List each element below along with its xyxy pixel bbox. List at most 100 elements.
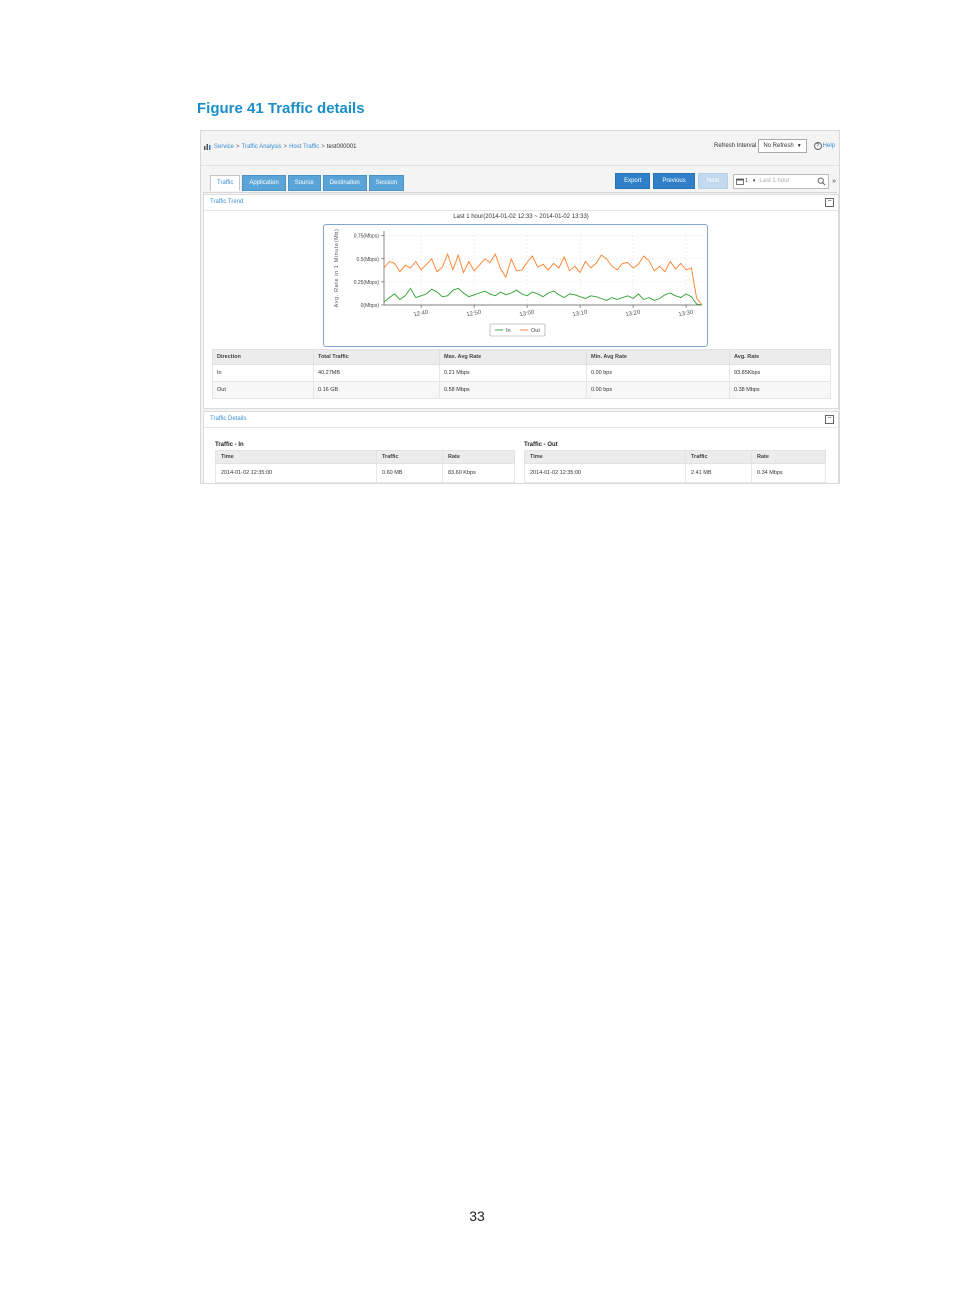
figure-title: Figure 41 Traffic details [197, 100, 365, 117]
traffic-in-table: Time Traffic Rate 2014-01-02 12:35:00 0.… [215, 450, 515, 483]
table-cell: 2014-01-02 12:35:00 [524, 463, 686, 483]
series-line-out [383, 252, 703, 306]
table-cell: In [212, 364, 314, 382]
traffic-trend-chart: 0(Mbps) 0.25(Mbps) 0.5(Mbps) 0.75(Mbps) 12:4… [334, 229, 703, 337]
col-rate: Rate [442, 450, 515, 464]
tab-application[interactable]: Application [242, 175, 286, 191]
refresh-interval-select[interactable]: No Refresh ▼ [758, 139, 807, 153]
page-number: 33 [469, 1208, 485, 1224]
table-cell: 0.60 MB [376, 463, 443, 483]
collapse-icon[interactable]: − [825, 198, 834, 207]
col-min-avg-rate: Min. Avg Rate [586, 349, 730, 365]
chart-frame: 0(Mbps) 0.25(Mbps) 0.5(Mbps) 0.75(Mbps) 12:4… [323, 224, 708, 347]
col-avg-rate: Avg. Rate [729, 349, 831, 365]
time-range-placeholder: Last 1 hour [759, 178, 790, 184]
breadcrumb-host-traffic[interactable]: Host Traffic [289, 144, 319, 150]
table-cell: 40.27MB [313, 364, 440, 382]
collapse-icon[interactable]: − [825, 415, 834, 424]
table-cell: 0.38 Mbps [729, 381, 831, 399]
col-max-avg-rate: Max. Avg Rate [439, 349, 587, 365]
col-total-traffic: Total Traffic [313, 349, 440, 365]
col-direction: Direction [212, 349, 314, 365]
help-label: Help [822, 143, 835, 149]
table-cell: 0.00 bps [586, 381, 730, 399]
table-cell: Out [212, 381, 314, 399]
action-bar: Export Previous Next 1 ▾ Last 1 hour » [615, 173, 836, 189]
breadcrumb-separator: > [236, 143, 240, 150]
traffic-icon [204, 144, 211, 150]
next-button[interactable]: Next [697, 173, 729, 189]
breadcrumb-separator: > [283, 143, 288, 150]
previous-button[interactable]: Previous [653, 173, 695, 189]
traffic-details-header: Traffic Details − [204, 412, 838, 428]
x-tick-label: 12:40 [413, 310, 429, 319]
refresh-interval-value: No Refresh [763, 143, 794, 149]
y-axis-label: Avg. Rate in 1 Minute(Mb) [334, 229, 340, 308]
traffic-details-panel: Traffic Details − Traffic - In Time Traf… [203, 411, 839, 483]
tab-traffic[interactable]: Traffic [210, 175, 241, 191]
expand-icon[interactable]: » [832, 178, 836, 185]
table-row: Out 0.16 GB 0.58 Mbps 0.00 bps 0.38 Mbps [212, 381, 831, 399]
tab-destination[interactable]: Destination [322, 175, 367, 191]
search-icon[interactable] [817, 177, 826, 186]
time-range-count: 1 [745, 178, 748, 184]
x-tick-label: 12:50 [466, 310, 482, 319]
refresh-control: Refresh Interval No Refresh ▼ ? Help [714, 139, 835, 153]
breadcrumb-traffic-analysis[interactable]: Traffic Analysis [242, 144, 282, 150]
time-range-field[interactable]: 1 ▾ Last 1 hour [733, 173, 830, 189]
y-tick-label: 0.75(Mbps) [354, 234, 380, 240]
y-tick-label: 0.5(Mbps) [356, 257, 379, 263]
series-line-in [383, 287, 703, 306]
export-button[interactable]: Export [615, 173, 651, 189]
tab-bar: Traffic Application Source Destination S… [210, 175, 406, 191]
col-time: Time [215, 450, 377, 464]
table-row: In 40.27MB 0.21 Mbps 0.00 bps 93.85Kbps [212, 364, 831, 382]
table-cell: 0.34 Mbps [751, 463, 826, 483]
traffic-out-table: Time Traffic Rate 2014-01-02 12:35:00 2.… [524, 450, 826, 483]
breadcrumb-current: test000001 [326, 143, 357, 150]
col-rate: Rate [751, 450, 826, 464]
traffic-in-title: Traffic - In [215, 442, 244, 448]
table-cell: 0.16 GB [313, 381, 440, 399]
breadcrumb-separator: > [321, 143, 325, 150]
breadcrumb-service[interactable]: Service [214, 144, 234, 150]
traffic-trend-header: Traffic Trend − [204, 195, 838, 211]
top-bar: Service > Traffic Analysis > Host Traffi… [201, 131, 839, 166]
legend-label: Out [531, 328, 540, 334]
screenshot-frame: Service > Traffic Analysis > Host Traffi… [200, 130, 840, 484]
traffic-details-title: Traffic Details [210, 416, 247, 422]
col-traffic: Traffic [376, 450, 443, 464]
traffic-in-header-row: Time Traffic Rate [215, 450, 515, 464]
table-row: 2014-01-02 12:35:00 2.41 MB 0.34 Mbps [524, 463, 826, 483]
traffic-trend-panel: Traffic Trend − Last 1 hour(2014-01-02 1… [203, 194, 839, 409]
tab-row: Traffic Application Source Destination S… [203, 170, 837, 193]
x-tick-label: 13:10 [572, 310, 588, 319]
chevron-down-icon: ▼ [796, 143, 802, 149]
table-cell: 83.60 Kbps [442, 463, 515, 483]
legend-label: In [506, 328, 511, 334]
tab-source[interactable]: Source [287, 175, 321, 191]
summary-header-row: Direction Total Traffic Max. Avg Rate Mi… [212, 349, 831, 365]
table-cell: 0.00 bps [586, 364, 730, 382]
x-tick-label: 13:30 [678, 310, 694, 319]
col-traffic: Traffic [685, 450, 752, 464]
traffic-out-header-row: Time Traffic Rate [524, 450, 826, 464]
chevron-down-icon: ▾ [752, 178, 756, 184]
table-cell: 0.58 Mbps [439, 381, 587, 399]
refresh-interval-label: Refresh Interval [713, 143, 757, 149]
help-icon: ? [813, 142, 822, 150]
x-tick-label: 13:00 [519, 310, 535, 319]
help-link[interactable]: ? Help [813, 142, 835, 150]
col-time: Time [524, 450, 686, 464]
calendar-icon [736, 178, 744, 185]
table-cell: 2.41 MB [685, 463, 752, 483]
table-cell: 0.21 Mbps [439, 364, 587, 382]
table-cell: 2014-01-02 12:35:00 [215, 463, 377, 483]
table-row: 2014-01-02 12:35:00 0.60 MB 83.60 Kbps [215, 463, 515, 483]
breadcrumb: Service > Traffic Analysis > Host Traffi… [204, 143, 357, 150]
x-tick-label: 13:20 [625, 310, 641, 319]
traffic-trend-title: Traffic Trend [210, 199, 244, 205]
tab-session[interactable]: Session [368, 175, 405, 191]
y-tick-label: 0(Mbps) [361, 303, 380, 309]
y-tick-label: 0.25(Mbps) [354, 280, 380, 286]
